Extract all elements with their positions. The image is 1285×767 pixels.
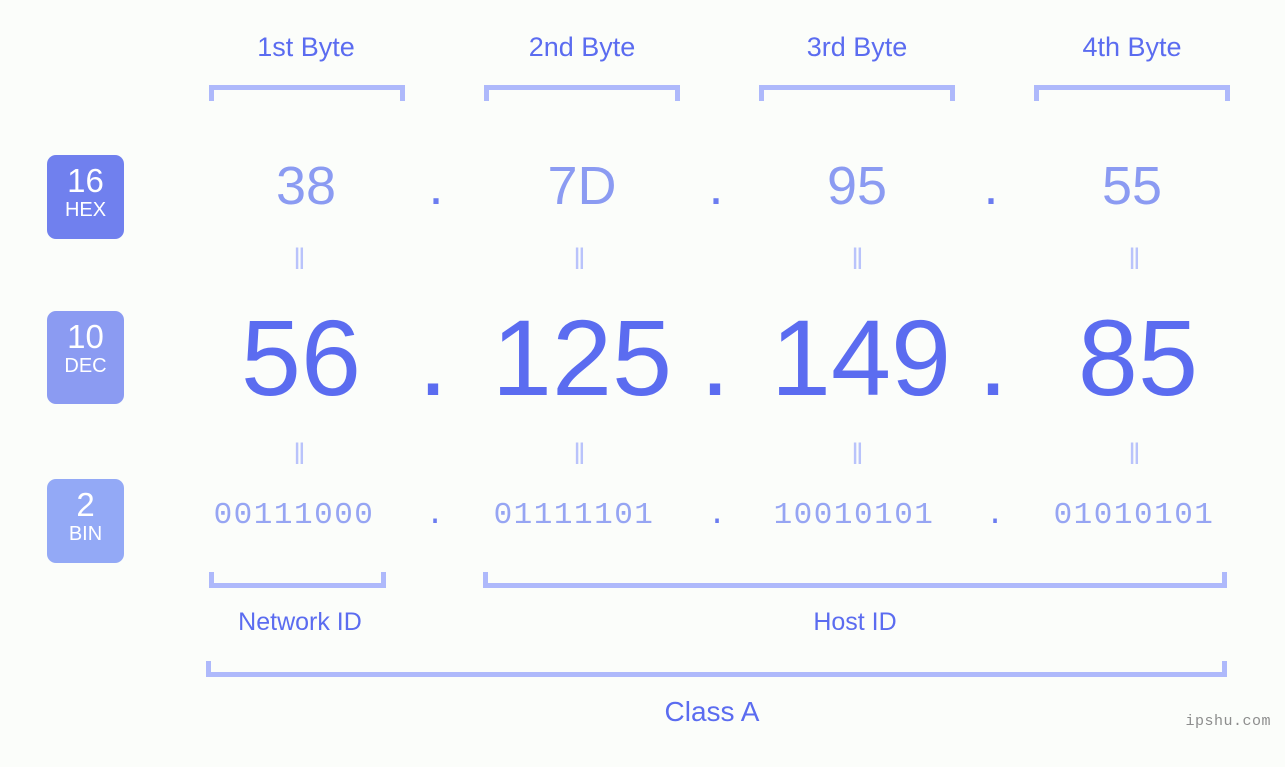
base-badge-hex-label: HEX — [64, 199, 107, 221]
hex-value-byte-3: 95 — [826, 156, 888, 216]
base-badge-hex-number: 16 — [67, 162, 104, 199]
equals-mark-dec-bin-2: ‖ — [573, 438, 587, 471]
base-badge-bin-label: BIN — [68, 523, 103, 545]
hex-value-byte-2: 7D — [547, 156, 617, 216]
hex-value-byte-4: 55 — [1101, 156, 1163, 216]
hex-separator-3: . — [983, 156, 999, 216]
network-id-bracket — [209, 572, 386, 588]
byte-4-bracket-top — [1034, 85, 1230, 101]
site-watermark: ipshu.com — [1185, 713, 1271, 730]
equals-mark-dec-bin-1: ‖ — [293, 438, 307, 471]
bin-separator-3: . — [985, 498, 1005, 533]
equals-mark-dec-bin-3: ‖ — [851, 438, 865, 471]
ip-byte-breakdown-diagram: 1st Byte 2nd Byte 3rd Byte 4th Byte 16 H… — [0, 0, 1285, 767]
equals-mark-dec-bin-4: ‖ — [1128, 438, 1142, 471]
byte-1-bracket-top — [209, 85, 405, 101]
equals-mark-hex-dec-4: ‖ — [1128, 243, 1142, 276]
hex-separator-1: . — [428, 156, 444, 216]
bin-separator-2: . — [707, 498, 727, 533]
class-label: Class A — [664, 696, 760, 727]
base-badge-bin-number: 2 — [76, 486, 95, 523]
dec-value-byte-3: 149 — [770, 297, 952, 418]
byte-2-bracket-top — [484, 85, 680, 101]
base-badge-dec: 10 DEC — [47, 311, 124, 404]
column-header-byte-4: 4th Byte — [1082, 32, 1182, 62]
hex-value-byte-1: 38 — [275, 156, 337, 216]
host-id-label: Host ID — [813, 608, 897, 636]
host-id-bracket — [483, 572, 1227, 588]
bin-value-byte-1: 00111000 — [213, 498, 375, 533]
bin-separator-1: . — [425, 498, 445, 533]
byte-3-bracket-top — [759, 85, 955, 101]
base-badge-dec-number: 10 — [67, 318, 104, 355]
bin-value-byte-2: 01111101 — [493, 498, 655, 533]
dec-value-byte-1: 56 — [240, 297, 362, 418]
network-id-label: Network ID — [238, 608, 362, 636]
dec-separator-1: . — [417, 297, 448, 418]
column-header-byte-2: 2nd Byte — [528, 32, 636, 62]
equals-mark-hex-dec-3: ‖ — [851, 243, 865, 276]
base-badge-bin: 2 BIN — [47, 479, 124, 563]
bin-value-byte-4: 01010101 — [1053, 498, 1215, 533]
base-badge-dec-label: DEC — [64, 355, 107, 377]
base-badge-hex: 16 HEX — [47, 155, 124, 239]
class-bracket — [206, 661, 1227, 677]
column-header-byte-3: 3rd Byte — [806, 32, 908, 62]
dec-separator-2: . — [699, 297, 730, 418]
dec-value-byte-2: 125 — [491, 297, 673, 418]
column-header-byte-1: 1st Byte — [257, 32, 355, 62]
equals-mark-hex-dec-1: ‖ — [293, 243, 307, 276]
hex-separator-2: . — [708, 156, 724, 216]
dec-value-byte-4: 85 — [1077, 297, 1199, 418]
bin-value-byte-3: 10010101 — [773, 498, 935, 533]
dec-separator-3: . — [977, 297, 1008, 418]
equals-mark-hex-dec-2: ‖ — [573, 243, 587, 276]
